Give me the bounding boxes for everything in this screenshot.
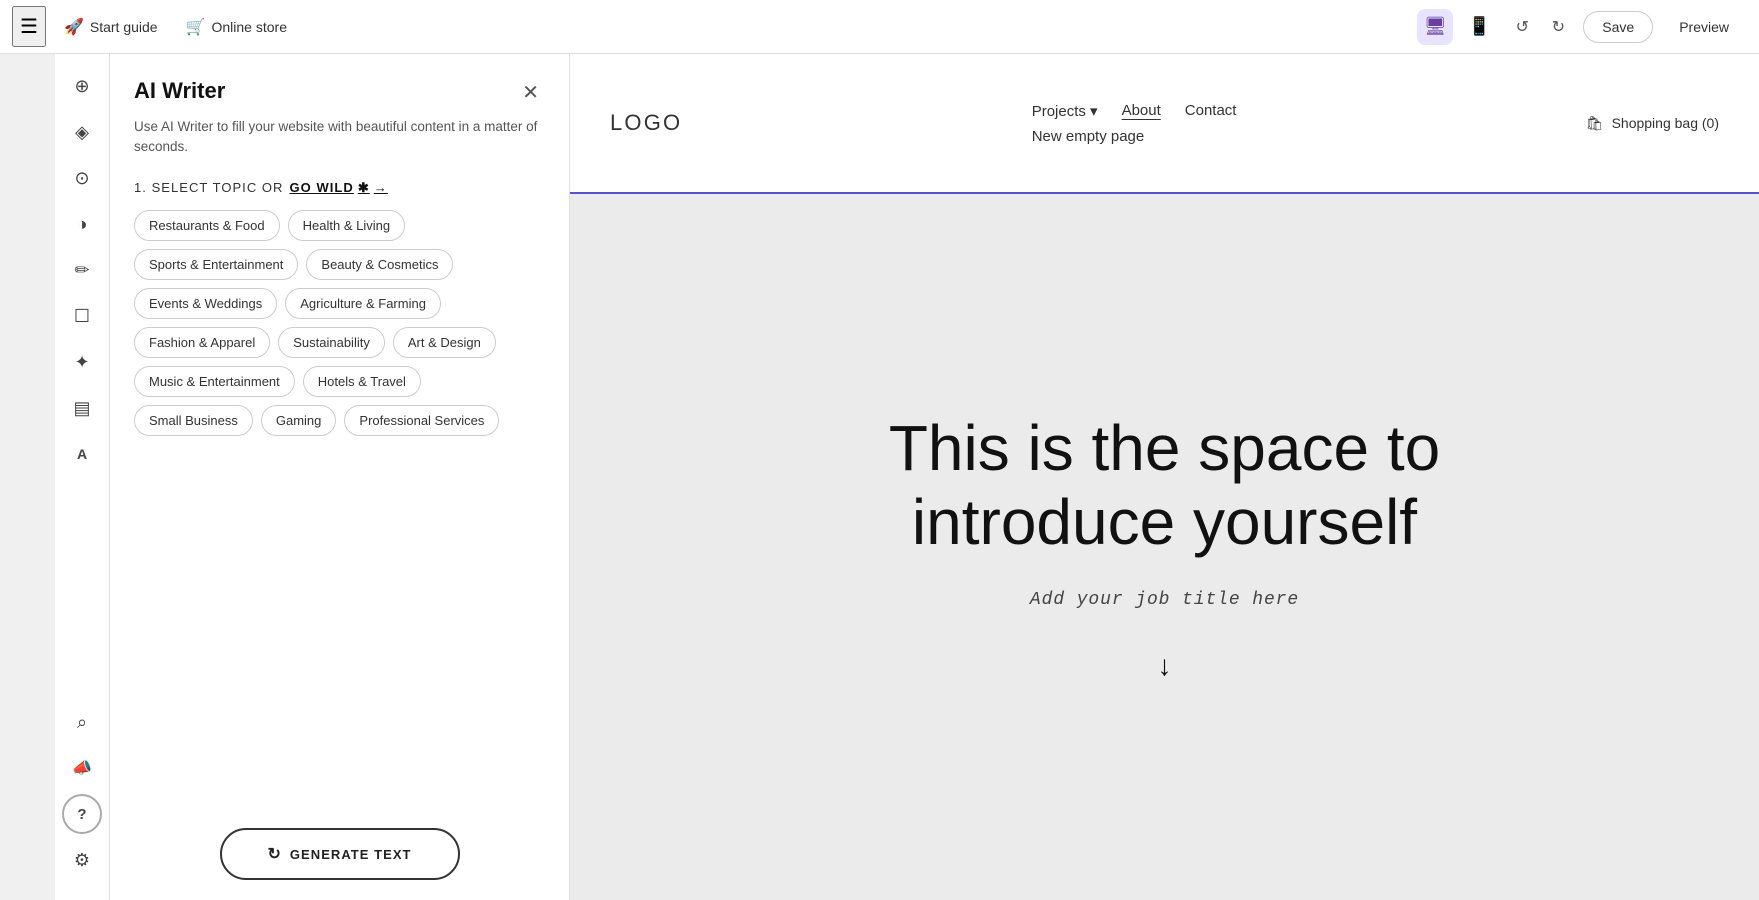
icon-bar: ⊕ ◈ ⊙ ◑ ✏ ☐ ✦ ▤ A ⌕ 📣 ? ⚙ (55, 54, 110, 900)
redo-btn[interactable]: ↻ (1541, 10, 1575, 44)
site-cart[interactable]: 🛍 Shopping bag (0) (1586, 115, 1719, 132)
start-guide-label: Start guide (90, 19, 158, 35)
topic-health[interactable]: Health & Living (288, 210, 405, 241)
preview-button[interactable]: Preview (1661, 12, 1747, 42)
sidebar-translate[interactable]: A (62, 434, 102, 474)
step-text: 1. SELECT TOPIC OR (134, 180, 284, 195)
undo-redo-group: ↺ ↻ (1505, 10, 1575, 44)
generate-icon: ↻ (267, 844, 281, 864)
mobile-view-btn[interactable]: 📱 (1461, 9, 1497, 45)
top-bar-right: 🖥 📱 ↺ ↻ Save Preview (1417, 9, 1747, 45)
generate-text-button[interactable]: ↻ GENERATE TEXT (220, 828, 460, 880)
topic-grid: Restaurants & Food Health & Living Sport… (134, 210, 545, 436)
hamburger-menu[interactable]: ☰ (12, 6, 46, 47)
ai-panel-header: AI Writer ✕ (134, 78, 545, 107)
desktop-view-btn[interactable]: 🖥 (1417, 9, 1453, 45)
topic-fashion[interactable]: Fashion & Apparel (134, 327, 270, 358)
start-guide-link[interactable]: 🚀 Start guide (54, 11, 168, 43)
topic-hotels[interactable]: Hotels & Travel (303, 366, 421, 397)
nav-new-page[interactable]: New empty page (1032, 128, 1145, 145)
main-wrapper: ⊕ ◈ ⊙ ◑ ✏ ☐ ✦ ▤ A ⌕ 📣 ? ⚙ AI Writer ✕ Us… (55, 54, 1759, 900)
hero-arrow: ↓ (1158, 650, 1172, 682)
topic-events[interactable]: Events & Weddings (134, 288, 277, 319)
topic-agriculture[interactable]: Agriculture & Farming (285, 288, 441, 319)
online-store-link[interactable]: 🛒 Online store (176, 11, 297, 43)
sidebar-pages[interactable]: ☐ (62, 296, 102, 336)
nav-about[interactable]: About (1122, 102, 1161, 119)
sidebar-ai[interactable]: ✦ (62, 342, 102, 382)
topic-professional[interactable]: Professional Services (344, 405, 499, 436)
topic-gaming[interactable]: Gaming (261, 405, 337, 436)
go-wild-label: GO WILD (290, 180, 354, 195)
save-button[interactable]: Save (1583, 11, 1653, 43)
close-panel-button[interactable]: ✕ (516, 78, 545, 107)
sidebar-search[interactable]: ⌕ (62, 702, 102, 742)
go-wild-link[interactable]: GO WILD ✱ → (290, 180, 388, 196)
step-label: 1. SELECT TOPIC OR GO WILD ✱ → (134, 180, 545, 196)
ai-writer-panel: AI Writer ✕ Use AI Writer to fill your w… (110, 54, 570, 900)
site-logo: LOGO (610, 110, 682, 136)
topic-small-business[interactable]: Small Business (134, 405, 253, 436)
top-bar-left: ☰ 🚀 Start guide 🛒 Online store (12, 6, 1409, 47)
start-guide-icon: 🚀 (64, 17, 84, 37)
topic-restaurants[interactable]: Restaurants & Food (134, 210, 280, 241)
online-store-icon: 🛒 (186, 17, 206, 37)
arrow-icon: → (374, 180, 388, 195)
sidebar-help[interactable]: ? (62, 794, 102, 834)
sidebar-theme[interactable]: ◑ (62, 204, 102, 244)
sidebar-add[interactable]: ⊕ (62, 66, 102, 106)
sidebar-apps[interactable]: ⊙ (62, 158, 102, 198)
topic-art[interactable]: Art & Design (393, 327, 496, 358)
sidebar-bottom: ⌕ 📣 ? ⚙ (62, 702, 102, 888)
topic-music[interactable]: Music & Entertainment (134, 366, 295, 397)
site-nav: LOGO Projects ▾ About Contact New empty … (570, 54, 1759, 194)
sidebar-analytics[interactable]: ▤ (62, 388, 102, 428)
online-store-label: Online store (212, 19, 287, 35)
sidebar-edit[interactable]: ✏ (62, 250, 102, 290)
hero-section: This is the space to introduce yourself … (570, 194, 1759, 900)
cart-icon: 🛍 (1586, 115, 1604, 132)
sidebar-marketing[interactable]: 📣 (62, 748, 102, 788)
topic-sports[interactable]: Sports & Entertainment (134, 249, 298, 280)
top-bar: ☰ 🚀 Start guide 🛒 Online store 🖥 📱 ↺ ↻ S… (0, 0, 1759, 54)
sidebar-settings[interactable]: ⚙ (62, 840, 102, 880)
hero-title: This is the space to introduce yourself (815, 412, 1515, 559)
hero-subtitle: Add your job title here (1030, 590, 1299, 610)
site-nav-row-1: Projects ▾ About Contact (1032, 102, 1237, 120)
site-nav-row-2: New empty page (1032, 128, 1237, 145)
sidebar-layers[interactable]: ◈ (62, 112, 102, 152)
undo-btn[interactable]: ↺ (1505, 10, 1539, 44)
ai-panel-title: AI Writer (134, 78, 225, 104)
nav-projects[interactable]: Projects ▾ (1032, 102, 1098, 120)
ai-panel-description: Use AI Writer to fill your website with … (134, 117, 545, 158)
topic-sustainability[interactable]: Sustainability (278, 327, 385, 358)
go-wild-icon: ✱ (358, 180, 370, 196)
site-nav-links: Projects ▾ About Contact New empty page (1032, 102, 1237, 145)
generate-label: GENERATE TEXT (290, 847, 412, 862)
nav-contact[interactable]: Contact (1185, 102, 1237, 119)
cart-label: Shopping bag (0) (1612, 115, 1719, 131)
preview-area: LOGO Projects ▾ About Contact New empty … (570, 54, 1759, 900)
topic-beauty[interactable]: Beauty & Cosmetics (306, 249, 453, 280)
website-preview: LOGO Projects ▾ About Contact New empty … (570, 54, 1759, 900)
